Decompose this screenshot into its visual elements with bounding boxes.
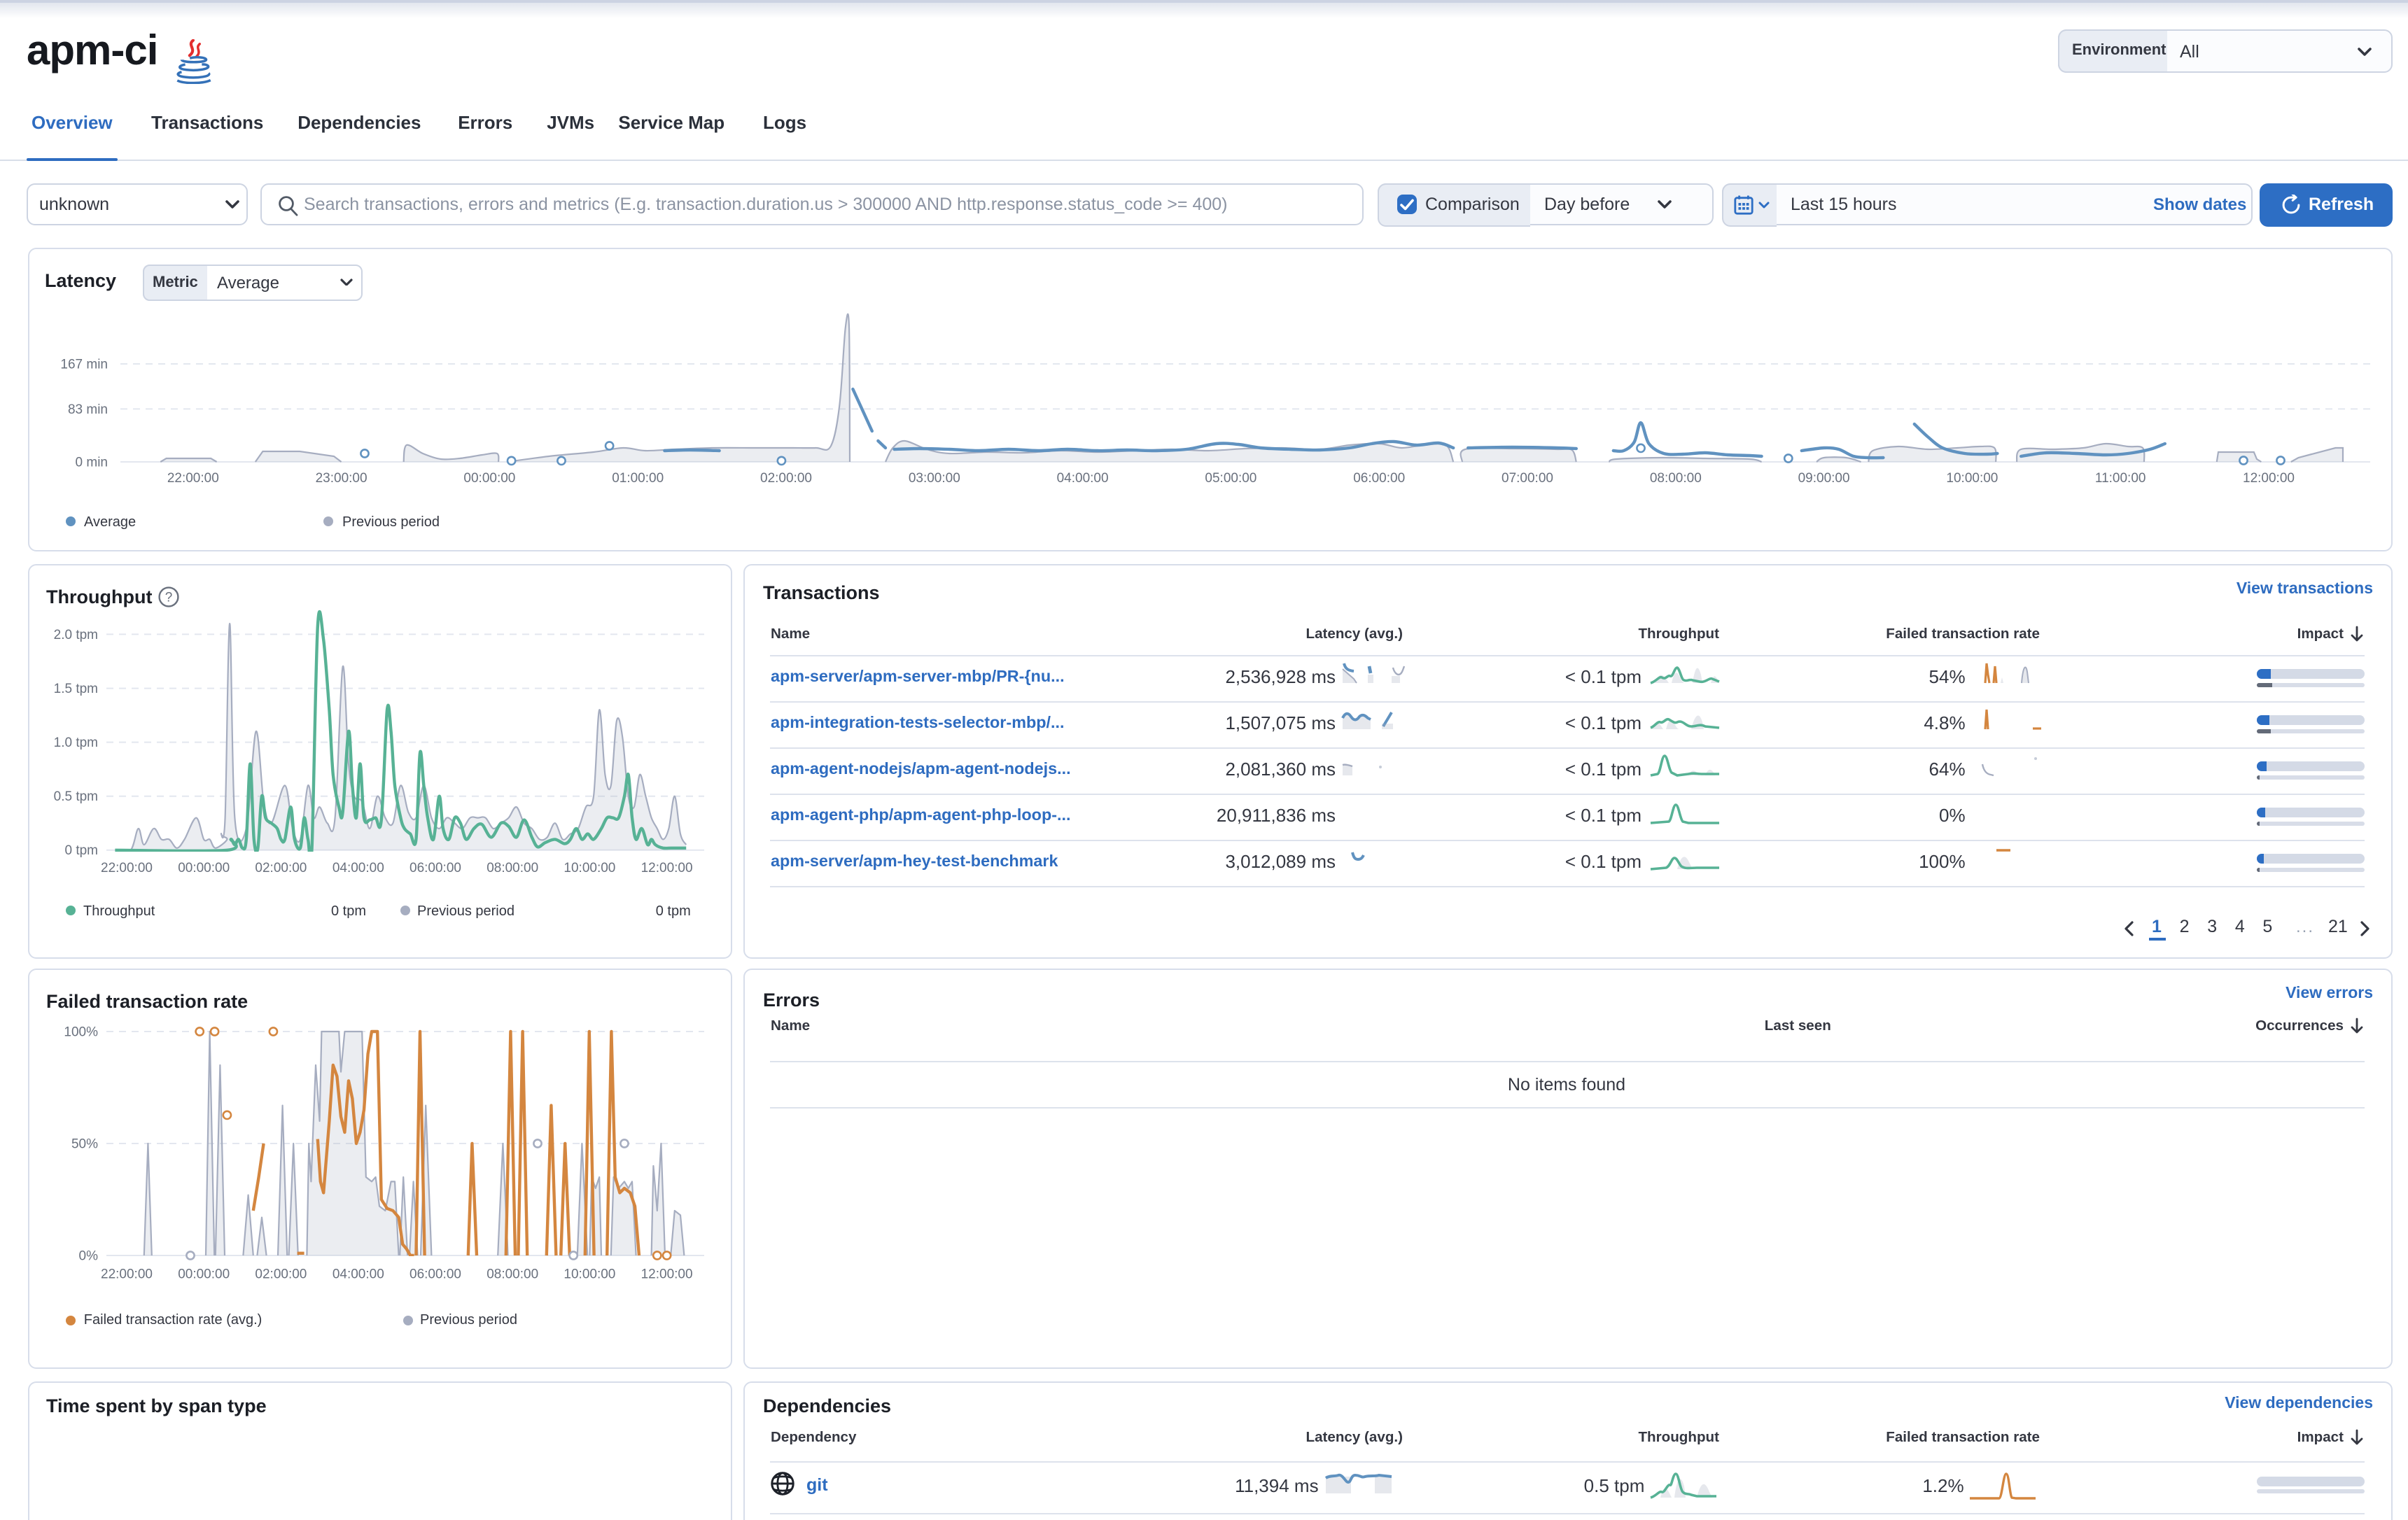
svg-text:12:00:00: 12:00:00 <box>641 861 693 875</box>
svg-text:08:00:00: 08:00:00 <box>486 1267 538 1282</box>
svg-text:12:00:00: 12:00:00 <box>2243 471 2295 486</box>
svg-text:167 min: 167 min <box>60 357 108 372</box>
svg-text:1.5 tpm: 1.5 tpm <box>54 682 98 696</box>
svg-text:06:00:00: 06:00:00 <box>410 861 461 875</box>
svg-text:50%: 50% <box>71 1137 98 1151</box>
svg-text:09:00:00: 09:00:00 <box>1798 471 1850 486</box>
svg-text:00:00:00: 00:00:00 <box>178 1267 230 1282</box>
svg-text:83 min: 83 min <box>68 402 108 417</box>
svg-text:00:00:00: 00:00:00 <box>463 471 515 486</box>
svg-text:100%: 100% <box>64 1025 98 1039</box>
svg-text:2.0 tpm: 2.0 tpm <box>54 628 98 642</box>
svg-text:00:00:00: 00:00:00 <box>178 861 230 875</box>
svg-text:10:00:00: 10:00:00 <box>564 861 615 875</box>
svg-text:06:00:00: 06:00:00 <box>410 1267 461 1282</box>
svg-text:10:00:00: 10:00:00 <box>1946 471 1998 486</box>
svg-text:04:00:00: 04:00:00 <box>332 861 384 875</box>
svg-text:22:00:00: 22:00:00 <box>101 861 153 875</box>
svg-text:02:00:00: 02:00:00 <box>255 861 307 875</box>
svg-text:12:00:00: 12:00:00 <box>641 1267 693 1282</box>
svg-text:0 min: 0 min <box>76 455 108 470</box>
svg-text:23:00:00: 23:00:00 <box>316 471 368 486</box>
svg-text:0%: 0% <box>79 1248 99 1263</box>
svg-text:05:00:00: 05:00:00 <box>1205 471 1256 486</box>
svg-text:10:00:00: 10:00:00 <box>564 1267 615 1282</box>
svg-text:0.5 tpm: 0.5 tpm <box>54 789 98 804</box>
svg-text:08:00:00: 08:00:00 <box>1650 471 1702 486</box>
svg-text:0 tpm: 0 tpm <box>64 843 98 858</box>
svg-text:1.0 tpm: 1.0 tpm <box>54 736 98 750</box>
svg-text:04:00:00: 04:00:00 <box>1057 471 1109 486</box>
svg-text:01:00:00: 01:00:00 <box>612 471 664 486</box>
svg-text:07:00:00: 07:00:00 <box>1502 471 1553 486</box>
svg-text:11:00:00: 11:00:00 <box>2095 471 2146 486</box>
svg-text:02:00:00: 02:00:00 <box>255 1267 307 1282</box>
svg-text:06:00:00: 06:00:00 <box>1353 471 1405 486</box>
svg-text:02:00:00: 02:00:00 <box>760 471 812 486</box>
svg-text:22:00:00: 22:00:00 <box>101 1267 153 1282</box>
svg-text:22:00:00: 22:00:00 <box>167 471 219 486</box>
svg-text:08:00:00: 08:00:00 <box>486 861 538 875</box>
svg-text:03:00:00: 03:00:00 <box>909 471 960 486</box>
svg-text:04:00:00: 04:00:00 <box>332 1267 384 1282</box>
